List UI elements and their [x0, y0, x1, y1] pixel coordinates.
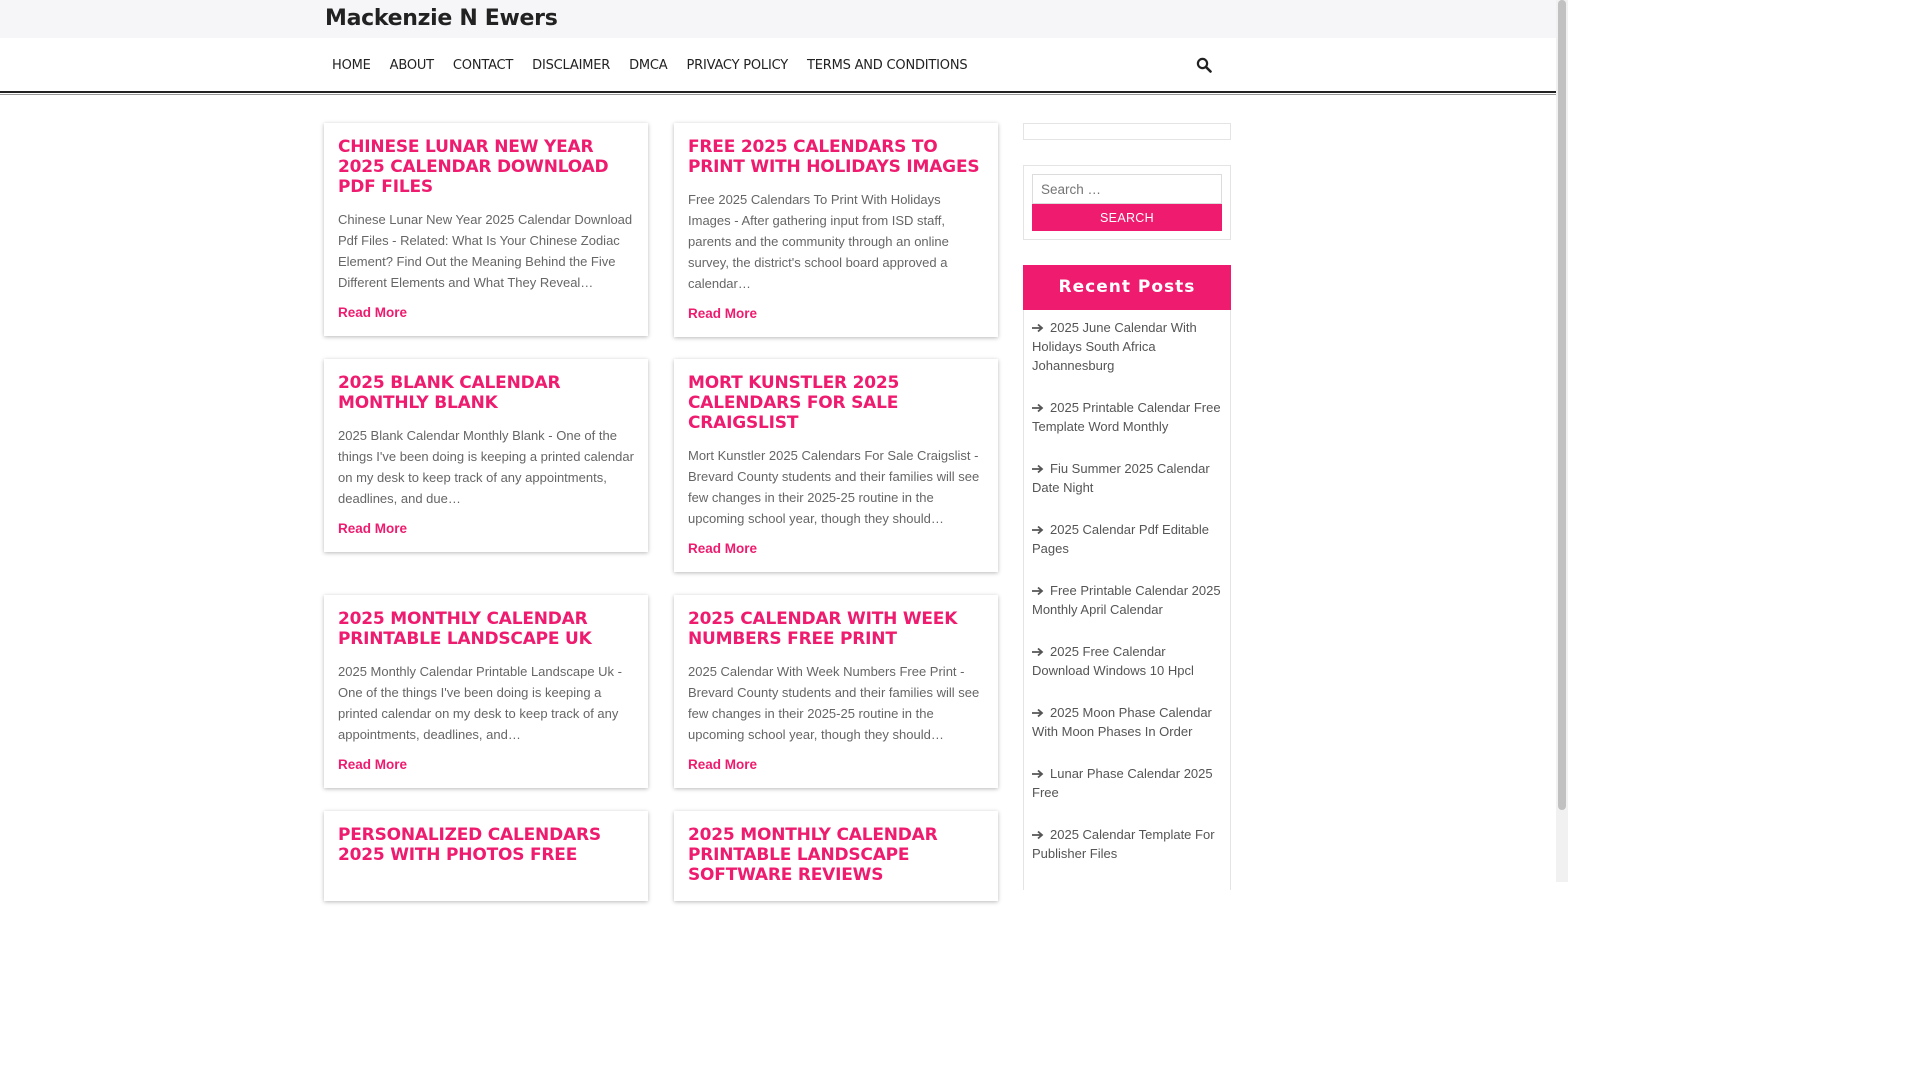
read-more-link[interactable]: Read More [338, 305, 634, 320]
arrow-right-icon [1032, 708, 1044, 718]
post-card: CHINESE LUNAR NEW YEAR 2025 CALENDAR DOW… [324, 123, 648, 336]
nav-terms-and-conditions[interactable]: TERMS AND CONDITIONS [797, 58, 976, 73]
search-button[interactable]: SEARCH [1032, 204, 1222, 231]
read-more-link[interactable]: Read More [688, 541, 984, 556]
post-title[interactable]: MORT KUNSTLER 2025 CALENDARS FOR SALE CR… [688, 373, 984, 433]
post-excerpt: 2025 Blank Calendar Monthly Blank - One … [338, 428, 634, 506]
nav-disclaimer[interactable]: DISCLAIMER [523, 58, 620, 73]
read-more-link[interactable]: Read More [688, 757, 984, 772]
sidebar-empty-widget [1023, 123, 1231, 140]
nav-divider [0, 91, 1556, 93]
nav-dmca[interactable]: DMCA [620, 58, 677, 73]
read-more-link[interactable]: Read More [338, 757, 634, 772]
nav-about[interactable]: ABOUT [380, 58, 443, 73]
post-card: 2025 MONTHLY CALENDAR PRINTABLE LANDSCAP… [674, 811, 998, 901]
search-input[interactable] [1032, 174, 1222, 204]
recent-post-link[interactable]: Free Printable Calendar 2025 Monthly Apr… [1032, 583, 1221, 617]
recent-post-item[interactable]: Free Printable Calendar 2025 Monthly Apr… [1032, 581, 1222, 619]
post-title[interactable]: PERSONALIZED CALENDARS 2025 WITH PHOTOS … [338, 825, 634, 865]
nav-privacy-policy[interactable]: PRIVACY POLICY [677, 58, 798, 73]
recent-post-link[interactable]: 2025 Printable Calendar Free Template Wo… [1032, 400, 1221, 434]
read-more-link[interactable]: Read More [338, 521, 634, 536]
page-scrollbar[interactable] [1556, 0, 1568, 882]
recent-posts-heading: Recent Posts [1023, 265, 1231, 310]
recent-post-link[interactable]: Lunar Phase Calendar 2025 Free [1032, 766, 1213, 800]
arrow-right-icon [1032, 647, 1044, 657]
recent-post-link[interactable]: 2025 Moon Phase Calendar With Moon Phase… [1032, 705, 1212, 739]
scrollbar-thumb[interactable] [1558, 0, 1566, 810]
post-title[interactable]: CHINESE LUNAR NEW YEAR 2025 CALENDAR DOW… [338, 137, 634, 197]
arrow-right-icon [1032, 830, 1044, 840]
post-title[interactable]: 2025 CALENDAR WITH WEEK NUMBERS FREE PRI… [688, 609, 984, 649]
post-title[interactable]: FREE 2025 CALENDARS TO PRINT WITH HOLIDA… [688, 137, 984, 177]
post-title[interactable]: 2025 BLANK CALENDAR MONTHLY BLANK [338, 373, 634, 413]
post-title[interactable]: 2025 MONTHLY CALENDAR PRINTABLE LANDSCAP… [688, 825, 984, 885]
recent-post-item[interactable]: Lunar Phase Calendar 2025 Free [1032, 764, 1222, 802]
nav-contact[interactable]: CONTACT [443, 58, 522, 73]
post-excerpt: Free 2025 Calendars To Print With Holida… [688, 192, 949, 291]
post-excerpt: 2025 Monthly Calendar Printable Landscap… [338, 664, 623, 742]
arrow-right-icon [1032, 586, 1044, 596]
recent-post-item[interactable]: Fiu Summer 2025 Calendar Date Night [1032, 459, 1222, 497]
post-card: FREE 2025 CALENDARS TO PRINT WITH HOLIDA… [674, 123, 998, 337]
post-card: PERSONALIZED CALENDARS 2025 WITH PHOTOS … [324, 811, 648, 901]
recent-post-link[interactable]: 2025 Calendar Pdf Editable Pages [1032, 522, 1209, 556]
recent-post-link[interactable]: Fiu Summer 2025 Calendar Date Night [1032, 461, 1210, 495]
recent-post-item[interactable]: 2025 Moon Phase Calendar With Moon Phase… [1032, 703, 1222, 741]
arrow-right-icon [1032, 464, 1044, 474]
nav-home[interactable]: HOME [324, 58, 380, 73]
post-card: 2025 CALENDAR WITH WEEK NUMBERS FREE PRI… [674, 595, 998, 788]
site-title[interactable]: Mackenzie N Ewers [325, 6, 558, 31]
recent-post-item[interactable]: 2025 Calendar Pdf Editable Pages [1032, 520, 1222, 558]
recent-posts-list: 2025 June Calendar With Holidays South A… [1024, 310, 1230, 863]
post-card: 2025 MONTHLY CALENDAR PRINTABLE LANDSCAP… [324, 595, 648, 788]
recent-post-item[interactable]: 2025 Free Calendar Download Windows 10 H… [1032, 642, 1222, 680]
post-excerpt: Chinese Lunar New Year 2025 Calendar Dow… [338, 212, 633, 290]
recent-post-item[interactable]: 2025 Calendar Template For Publisher Fil… [1032, 825, 1222, 863]
recent-post-link[interactable]: 2025 Calendar Template For Publisher Fil… [1032, 827, 1215, 861]
site-header: Mackenzie N Ewers [0, 0, 1556, 38]
arrow-right-icon [1032, 323, 1044, 333]
recent-posts-widget: 2025 June Calendar With Holidays South A… [1023, 310, 1231, 890]
arrow-right-icon [1032, 769, 1044, 779]
nav-divider-thin [0, 94, 1556, 95]
post-excerpt: Mort Kunstler 2025 Calendars For Sale Cr… [688, 448, 980, 526]
recent-post-item[interactable]: 2025 Printable Calendar Free Template Wo… [1032, 398, 1222, 436]
recent-post-link[interactable]: 2025 Free Calendar Download Windows 10 H… [1032, 644, 1194, 678]
recent-post-link[interactable]: 2025 June Calendar With Holidays South A… [1032, 320, 1197, 373]
post-title[interactable]: 2025 MONTHLY CALENDAR PRINTABLE LANDSCAP… [338, 609, 634, 649]
main-nav: HOME ABOUT CONTACT DISCLAIMER DMCA PRIVA… [324, 38, 977, 92]
post-excerpt: 2025 Calendar With Week Numbers Free Pri… [688, 664, 980, 742]
post-card: 2025 BLANK CALENDAR MONTHLY BLANK 2025 B… [324, 359, 648, 552]
post-card: MORT KUNSTLER 2025 CALENDARS FOR SALE CR… [674, 359, 998, 572]
search-icon[interactable] [1196, 57, 1212, 73]
arrow-right-icon [1032, 403, 1044, 413]
read-more-link[interactable]: Read More [688, 306, 984, 321]
search-widget: SEARCH [1023, 165, 1231, 240]
recent-post-item[interactable]: 2025 June Calendar With Holidays South A… [1032, 318, 1222, 375]
arrow-right-icon [1032, 525, 1044, 535]
